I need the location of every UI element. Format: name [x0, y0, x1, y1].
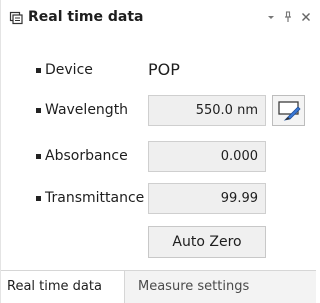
device-label: Device — [45, 62, 93, 78]
bullet-icon — [36, 68, 41, 73]
close-icon[interactable] — [299, 10, 313, 24]
pin-icon[interactable] — [281, 10, 295, 24]
auto-zero-button[interactable]: Auto Zero — [148, 226, 266, 258]
edit-pencil-icon — [278, 101, 301, 121]
chevron-down-icon[interactable] — [264, 10, 278, 24]
bullet-icon — [36, 154, 41, 159]
tab-real-time-data[interactable]: Real time data — [1, 271, 125, 303]
absorbance-label: Absorbance — [45, 148, 128, 164]
device-value: POP — [148, 60, 180, 79]
edit-wavelength-button[interactable] — [272, 95, 305, 126]
panel-tabbar: Real time data Measure settings — [1, 270, 316, 303]
wavelength-value: 550.0 nm — [148, 95, 266, 126]
absorbance-row: Absorbance 0.000 — [1, 141, 316, 173]
wavelength-label: Wavelength — [45, 102, 129, 118]
transmittance-value: 99.99 — [148, 183, 266, 214]
bullet-icon — [36, 108, 41, 113]
device-row: Device POP — [1, 55, 316, 87]
transmittance-row: Transmittance 99.99 — [1, 183, 316, 215]
panel-icon — [9, 11, 23, 25]
panel-title: Real time data — [28, 9, 144, 25]
panel-titlebar: Real time data — [1, 0, 316, 36]
real-time-data-panel: Real time data Device POP Wavelength 550… — [0, 0, 316, 303]
bullet-icon — [36, 196, 41, 201]
wavelength-row: Wavelength 550.0 nm — [1, 95, 316, 127]
transmittance-label: Transmittance — [45, 190, 145, 206]
tab-measure-settings[interactable]: Measure settings — [126, 271, 316, 303]
absorbance-value: 0.000 — [148, 141, 266, 172]
